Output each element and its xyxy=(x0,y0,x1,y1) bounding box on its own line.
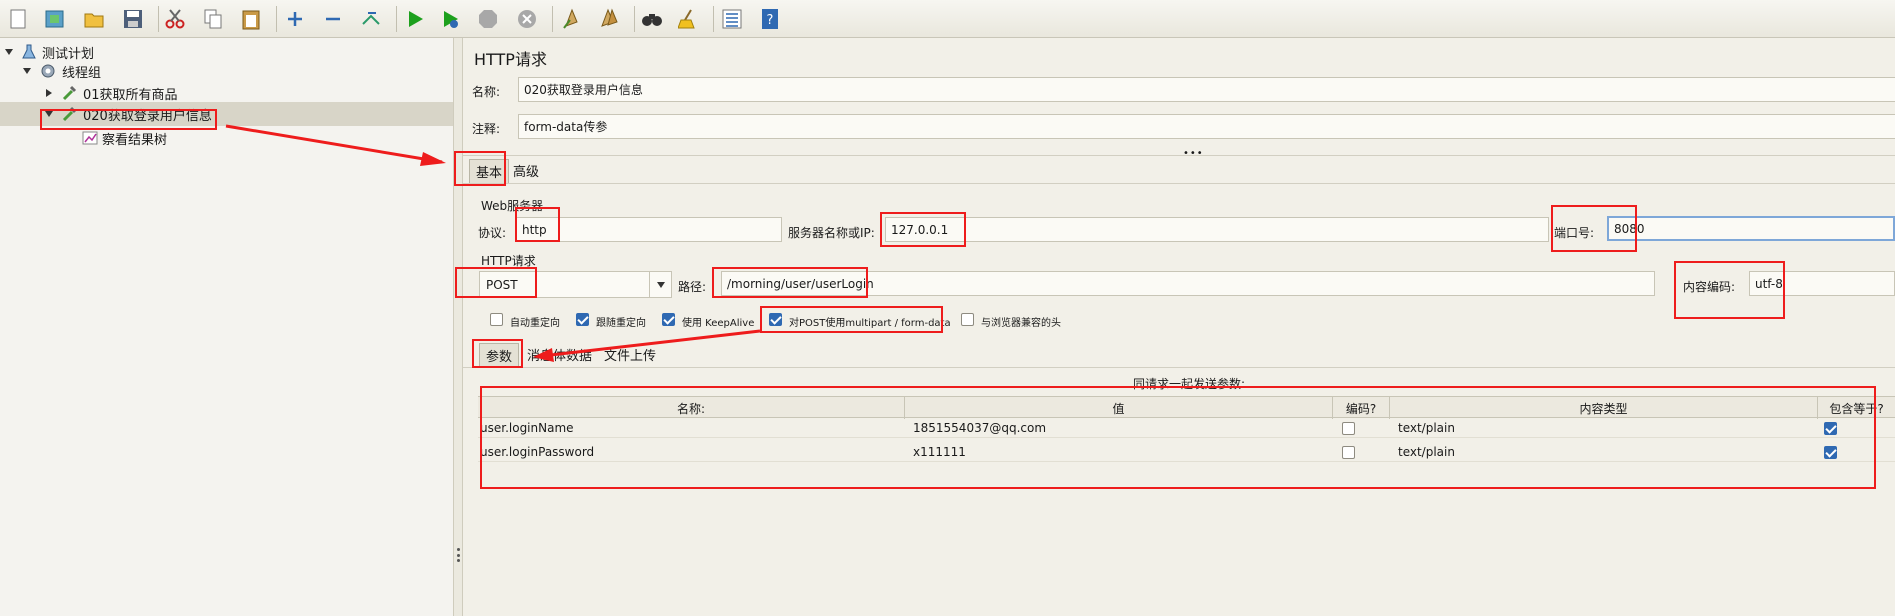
chevron-down-icon[interactable] xyxy=(43,108,55,120)
shutdown-icon[interactable] xyxy=(514,6,540,32)
tab-basic[interactable]: 基本 xyxy=(469,159,510,183)
tree-item-thread-group[interactable]: 线程组 xyxy=(0,59,453,83)
help-icon[interactable]: ? xyxy=(757,6,783,32)
param-value[interactable]: x111111 xyxy=(913,442,966,462)
param-content-type[interactable]: text/plain xyxy=(1398,442,1455,462)
comment-label: 注释: xyxy=(472,122,501,136)
toolbar: ? xyxy=(0,0,1895,38)
server-input[interactable]: 127.0.0.1 xyxy=(885,217,1549,242)
column-header-encode[interactable]: 编码? xyxy=(1333,397,1390,419)
port-input[interactable]: 8080 xyxy=(1607,216,1895,241)
expand-icon[interactable] xyxy=(282,6,308,32)
paste-icon[interactable] xyxy=(238,6,264,32)
http-request-group-label: HTTP请求 xyxy=(481,254,536,268)
stop-icon[interactable] xyxy=(475,6,501,32)
chevron-down-icon[interactable] xyxy=(649,272,671,297)
cut-icon[interactable] xyxy=(162,6,188,32)
tree-item-label: 01获取所有商品 xyxy=(83,87,178,103)
auto-redirect-checkbox[interactable] xyxy=(490,313,503,326)
http-request-panel: HTTP请求 名称: 020获取登录用户信息 注释: form-data传参 •… xyxy=(463,38,1895,616)
splitter-grip[interactable] xyxy=(457,548,460,562)
encode-checkbox[interactable] xyxy=(1342,422,1355,435)
include-equals-checkbox[interactable] xyxy=(1824,446,1837,459)
tab-body-data[interactable]: 消息体数据 xyxy=(521,343,598,366)
new-icon[interactable] xyxy=(5,6,31,32)
tree-item-sampler-020[interactable]: 020获取登录用户信息 xyxy=(0,102,453,126)
follow-redirect-label: 跟随重定向 xyxy=(596,318,646,329)
path-label: 路径: xyxy=(678,280,707,294)
name-input[interactable]: 020获取登录用户信息 xyxy=(518,77,1895,102)
save-icon[interactable] xyxy=(120,6,146,32)
clear-all-icon[interactable] xyxy=(596,6,622,32)
column-header-content-type[interactable]: 内容类型 xyxy=(1390,397,1818,419)
clear-icon[interactable] xyxy=(558,6,584,32)
path-input[interactable]: /morning/user/userLogin xyxy=(721,271,1655,296)
tree-item-label: 线程组 xyxy=(62,65,102,81)
web-server-group-label: Web服务器 xyxy=(481,199,544,213)
server-label: 服务器名称或IP: xyxy=(788,226,875,240)
keepalive-checkbox[interactable] xyxy=(662,313,675,326)
page-title: HTTP请求 xyxy=(474,50,547,69)
table-header: 名称: 值 编码? 内容类型 包含等于? xyxy=(478,396,1895,419)
tab-advanced[interactable]: 高级 xyxy=(507,159,545,182)
pipette-icon xyxy=(60,105,78,123)
browser-headers-label: 与浏览器兼容的头 xyxy=(981,318,1061,329)
multipart-checkbox[interactable] xyxy=(769,313,782,326)
start-icon[interactable] xyxy=(402,6,428,32)
gear-icon xyxy=(39,62,57,80)
encoding-input[interactable]: utf-8 xyxy=(1749,271,1895,296)
param-value[interactable]: 1851554037@qq.com xyxy=(913,418,1046,438)
auto-redirect-label: 自动重定向 xyxy=(510,318,560,329)
include-equals-checkbox[interactable] xyxy=(1824,422,1837,435)
pipette-icon xyxy=(60,84,78,102)
more-icon[interactable]: ••• xyxy=(1183,148,1204,159)
params-caption: 同请求一起发送参数: xyxy=(1133,377,1246,391)
table-row[interactable]: user.loginName 1851554037@qq.com text/pl… xyxy=(478,418,1895,438)
encoding-label: 内容编码: xyxy=(1683,280,1736,294)
collapse-icon[interactable] xyxy=(320,6,346,32)
templates-icon[interactable] xyxy=(42,6,68,32)
copy-icon[interactable] xyxy=(200,6,226,32)
keepalive-label: 使用 KeepAlive xyxy=(682,318,755,329)
chevron-down-icon[interactable] xyxy=(3,46,15,58)
column-header-include-equals[interactable]: 包含等于? xyxy=(1818,397,1895,419)
column-header-name[interactable]: 名称: xyxy=(478,397,905,419)
comment-input[interactable]: form-data传参 xyxy=(518,114,1895,139)
protocol-input[interactable]: http xyxy=(516,217,782,242)
encode-checkbox[interactable] xyxy=(1342,446,1355,459)
tree-item-results-tree[interactable]: 察看结果树 xyxy=(0,126,453,150)
follow-redirect-checkbox[interactable] xyxy=(576,313,589,326)
chart-icon xyxy=(81,129,99,147)
param-name[interactable]: user.loginName xyxy=(480,418,574,438)
search-icon[interactable] xyxy=(639,6,665,32)
param-content-type[interactable]: text/plain xyxy=(1398,418,1455,438)
tab-parameters[interactable]: 参数 xyxy=(479,343,520,367)
splitter[interactable] xyxy=(453,38,463,616)
protocol-label: 协议: xyxy=(478,226,507,240)
test-plan-tree: 测试计划 线程组 01获取所有商品 020获取登录用户信息 察看结果树 xyxy=(0,38,453,616)
tab-files-upload[interactable]: 文件上传 xyxy=(598,343,662,366)
chevron-down-icon[interactable] xyxy=(21,65,33,77)
name-label: 名称: xyxy=(472,85,501,99)
multipart-label: 对POST使用multipart / form-data xyxy=(789,318,951,329)
reset-search-icon[interactable] xyxy=(676,6,702,32)
param-name[interactable]: user.loginPassword xyxy=(480,442,594,462)
browser-headers-checkbox[interactable] xyxy=(961,313,974,326)
column-header-value[interactable]: 值 xyxy=(905,397,1333,419)
tree-item-label: 020获取登录用户信息 xyxy=(83,108,212,124)
start-no-pause-icon[interactable] xyxy=(437,6,463,32)
open-icon[interactable] xyxy=(81,6,107,32)
method-select[interactable]: POST xyxy=(479,271,672,298)
table-row[interactable]: user.loginPassword x111111 text/plain xyxy=(478,442,1895,462)
toggle-icon[interactable] xyxy=(358,6,384,32)
function-helper-icon[interactable] xyxy=(719,6,745,32)
port-label: 端口号: xyxy=(1554,226,1595,240)
method-value: POST xyxy=(486,277,518,292)
svg-text:?: ? xyxy=(767,13,774,28)
tree-item-label: 察看结果树 xyxy=(102,132,168,148)
chevron-right-icon[interactable] xyxy=(43,87,55,99)
